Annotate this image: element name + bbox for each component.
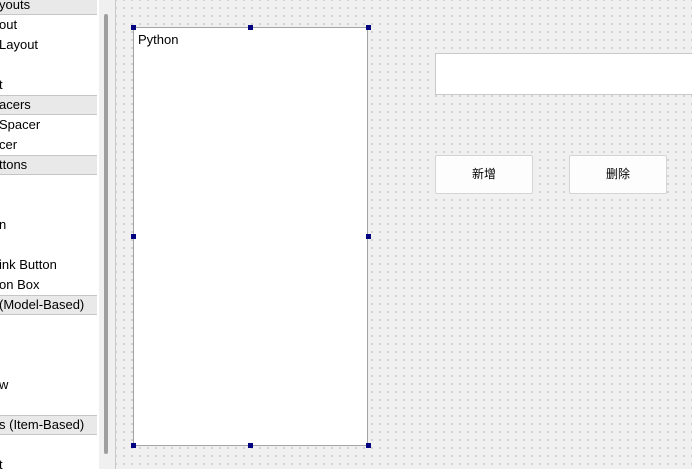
widget-box-item[interactable] (0, 355, 97, 375)
widget-box-item[interactable] (0, 435, 97, 455)
widget-box-item[interactable] (0, 315, 97, 335)
widget-box-item[interactable]: cer (0, 135, 97, 155)
resize-handle-right[interactable] (366, 234, 371, 239)
widget-box-item[interactable]: Layout (0, 35, 97, 55)
resize-handle-left[interactable] (131, 234, 136, 239)
widget-box-item[interactable]: n (0, 215, 97, 235)
resize-handle-top-left[interactable] (131, 25, 136, 30)
widget-box-panel: youts out Layout t acers Spacer cer ttons n ink B… (0, 0, 99, 469)
widget-category-header[interactable]: acers (0, 95, 97, 115)
scrollbar-thumb[interactable] (104, 14, 108, 454)
widget-box-item[interactable]: Spacer (0, 115, 97, 135)
widget-category-header[interactable]: (Model-Based) (0, 295, 97, 315)
widget-box-item[interactable]: out (0, 15, 97, 35)
widget-box-item[interactable] (0, 55, 97, 75)
widget-box-item[interactable] (0, 395, 97, 415)
widget-box-item[interactable]: t (0, 75, 97, 95)
resize-handle-bottom-left[interactable] (131, 443, 136, 448)
resize-handle-top-right[interactable] (366, 25, 371, 30)
widget-box-item[interactable]: w (0, 375, 97, 395)
resize-handle-top[interactable] (248, 25, 253, 30)
widget-category-header[interactable]: ttons (0, 155, 97, 175)
widget-box-item[interactable] (0, 195, 97, 215)
widget-category-header[interactable]: youts (0, 0, 97, 15)
widget-box-item[interactable] (0, 175, 97, 195)
widget-box-item[interactable]: on Box (0, 275, 97, 295)
list-widget[interactable]: Python (133, 27, 368, 446)
line-edit[interactable] (435, 53, 692, 95)
widget-box-item[interactable] (0, 235, 97, 255)
widget-box-item[interactable]: ink Button (0, 255, 97, 275)
add-button[interactable]: 新增 (435, 155, 533, 194)
list-item[interactable]: Python (138, 32, 178, 47)
widget-box-scrollbar[interactable] (99, 0, 116, 469)
widget-box-item[interactable] (0, 335, 97, 355)
widget-box-item[interactable]: t (0, 455, 97, 469)
resize-handle-bottom-right[interactable] (366, 443, 371, 448)
widget-category-header[interactable]: s (Item-Based) (0, 415, 97, 435)
resize-handle-bottom[interactable] (248, 443, 253, 448)
delete-button[interactable]: 删除 (569, 155, 667, 194)
